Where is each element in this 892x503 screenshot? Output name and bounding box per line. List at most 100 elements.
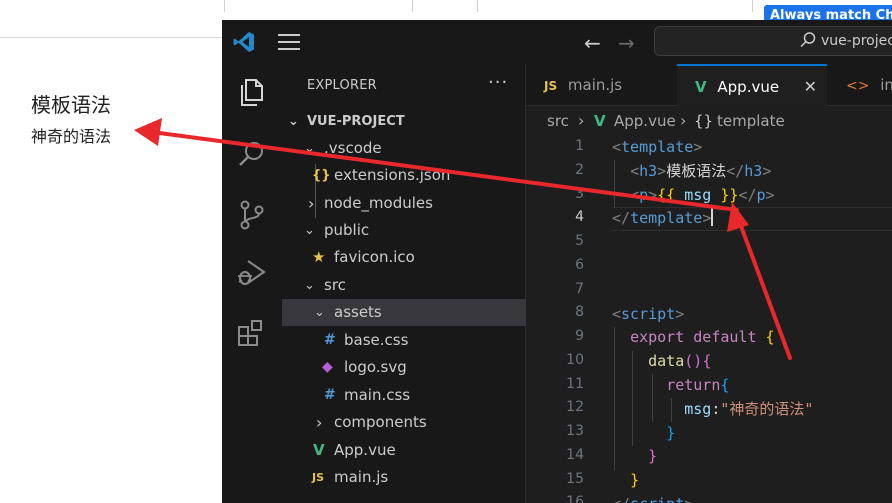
- vue-file-icon: V: [695, 78, 707, 96]
- source-control-icon[interactable]: [235, 198, 269, 232]
- line-number: 16: [566, 494, 584, 503]
- code-line-1: <template>: [612, 138, 703, 156]
- tree-item-label: node_modules: [324, 194, 433, 212]
- tab-label: App.vue: [717, 78, 780, 96]
- chevron-down-icon: ⌄: [304, 141, 315, 156]
- tree-item-vue-project[interactable]: ⌄ VUE-PROJECT: [282, 108, 526, 135]
- tab-main-js[interactable]: JS main.js: [526, 64, 676, 106]
- tree-item-label: App.vue: [334, 441, 396, 459]
- toolbar-divider: [752, 0, 753, 12]
- code-editor[interactable]: <template> <h3>模板语法</h3> <p>{{ msg }}</p…: [612, 136, 892, 503]
- line-number: 3: [575, 186, 584, 202]
- forward-arrow-icon[interactable]: →: [618, 31, 635, 55]
- editor-tab-bar: JS main.js V App.vue ✕ <> inde: [526, 64, 892, 106]
- tree-item-label: main.css: [344, 386, 411, 404]
- rendered-heading: 模板语法: [31, 93, 111, 117]
- chevron-right-icon: ›: [308, 194, 315, 213]
- chevron-down-icon: ⌄: [304, 223, 315, 238]
- code-line-4: </template>: [612, 208, 714, 228]
- js-file-icon: JS: [312, 471, 325, 484]
- tree-item-extensions-json[interactable]: {} extensions.json: [282, 162, 526, 189]
- tree-item-label: main.js: [334, 468, 389, 486]
- tree-item-assets[interactable]: ⌄ assets: [282, 299, 526, 326]
- line-number: 7: [575, 281, 584, 297]
- line-number: 14: [566, 447, 584, 463]
- rendered-paragraph: 神奇的语法: [31, 127, 112, 146]
- vscode-window: ← → vue-projec EXPLORER ··· ⌄ VUE-PROJEC…: [222, 20, 892, 503]
- breadcrumb: src › V App.vue › {} template: [526, 106, 892, 136]
- css-file-icon: #: [324, 387, 336, 403]
- tree-item-label: src: [324, 276, 346, 294]
- search-view-icon[interactable]: [235, 138, 269, 172]
- toolbar-divider: [477, 0, 478, 12]
- line-number: 6: [575, 257, 584, 273]
- breadcrumb-separator: ›: [578, 111, 585, 130]
- breadcrumb-folder[interactable]: src: [547, 106, 569, 136]
- more-actions-icon[interactable]: ···: [488, 72, 508, 93]
- tree-item-label: favicon.ico: [334, 248, 415, 266]
- tree-item-vscode-folder[interactable]: ⌄ .vscode: [282, 135, 526, 162]
- tree-item-node-modules[interactable]: › node_modules: [282, 190, 526, 217]
- code-line-12: }: [666, 423, 676, 442]
- tree-item-base-css[interactable]: # base.css: [282, 327, 526, 354]
- line-number-gutter: 1 2 3 4 5 6 7 8 9 10 11 12 13 14 15 16: [526, 136, 598, 503]
- extensions-icon[interactable]: [235, 316, 269, 350]
- tab-label: main.js: [567, 76, 623, 94]
- code-line-10: return{: [666, 376, 730, 394]
- code-line-14: }: [630, 471, 640, 490]
- line-number: 1: [575, 138, 584, 154]
- code-line-2: <h3>模板语法</h3>: [630, 161, 772, 180]
- tree-item-label: VUE-PROJECT: [307, 114, 405, 129]
- command-center-text: vue-projec: [821, 33, 892, 49]
- vscode-logo-icon: [233, 32, 254, 52]
- tree-item-src[interactable]: ⌄ src: [282, 272, 526, 299]
- breadcrumb-symbol[interactable]: template: [717, 106, 785, 136]
- code-line-9: data(){: [648, 352, 712, 371]
- line-number: 10: [566, 352, 584, 368]
- line-number: 13: [566, 423, 584, 439]
- code-line-8: export default {: [630, 328, 775, 347]
- chevron-right-icon: ›: [316, 413, 323, 432]
- symbol-braces-icon: {}: [694, 112, 714, 130]
- text-cursor: [711, 208, 714, 227]
- explorer-panel: EXPLORER ··· ⌄ VUE-PROJECT ⌄ .vscode {} …: [282, 64, 526, 503]
- tree-item-public[interactable]: ⌄ public: [282, 217, 526, 244]
- tab-index-html[interactable]: <> inde: [828, 64, 892, 106]
- explorer-files-icon[interactable]: [235, 76, 269, 110]
- tab-app-vue[interactable]: V App.vue ✕: [677, 64, 827, 106]
- svg-file-icon: ◆: [322, 359, 333, 375]
- tree-item-label: logo.svg: [344, 358, 407, 376]
- tree-item-label: assets: [334, 303, 382, 321]
- vue-file-icon: V: [594, 112, 606, 130]
- chevron-down-icon: ⌄: [314, 305, 325, 320]
- json-file-icon: {}: [312, 168, 331, 183]
- tree-item-label: base.css: [344, 331, 409, 349]
- command-center-search[interactable]: vue-projec: [654, 26, 892, 56]
- search-icon: [800, 32, 816, 48]
- tree-item-components[interactable]: › components: [282, 409, 526, 436]
- hamburger-menu-icon[interactable]: [278, 34, 300, 50]
- line-number-current: 4: [575, 209, 584, 225]
- vue-file-icon: V: [313, 441, 325, 459]
- tree-item-main-js[interactable]: JS main.js: [282, 464, 526, 491]
- run-debug-icon[interactable]: [235, 256, 269, 290]
- tree-item-label: .vscode: [324, 139, 382, 157]
- tree-item-main-css[interactable]: # main.css: [282, 382, 526, 409]
- line-number: 9: [575, 328, 584, 344]
- back-arrow-icon[interactable]: ←: [584, 31, 601, 55]
- tree-item-favicon[interactable]: ★ favicon.ico: [282, 244, 526, 271]
- line-number: 8: [575, 304, 584, 320]
- code-line-7: <script>: [612, 304, 685, 323]
- tree-item-logo-svg[interactable]: ◆ logo.svg: [282, 354, 526, 381]
- css-file-icon: #: [324, 332, 336, 348]
- js-file-icon: JS: [544, 79, 558, 93]
- close-icon[interactable]: ✕: [804, 66, 817, 108]
- code-line-15: </script>: [612, 493, 693, 503]
- chevron-down-icon: ⌄: [304, 278, 315, 293]
- chevron-down-icon: ⌄: [288, 114, 299, 129]
- tree-item-label: components: [334, 413, 427, 431]
- tree-item-app-vue[interactable]: V App.vue: [282, 437, 526, 464]
- toolbar-divider: [412, 0, 413, 12]
- tab-label: inde: [880, 76, 892, 94]
- breadcrumb-file[interactable]: App.vue: [614, 106, 676, 136]
